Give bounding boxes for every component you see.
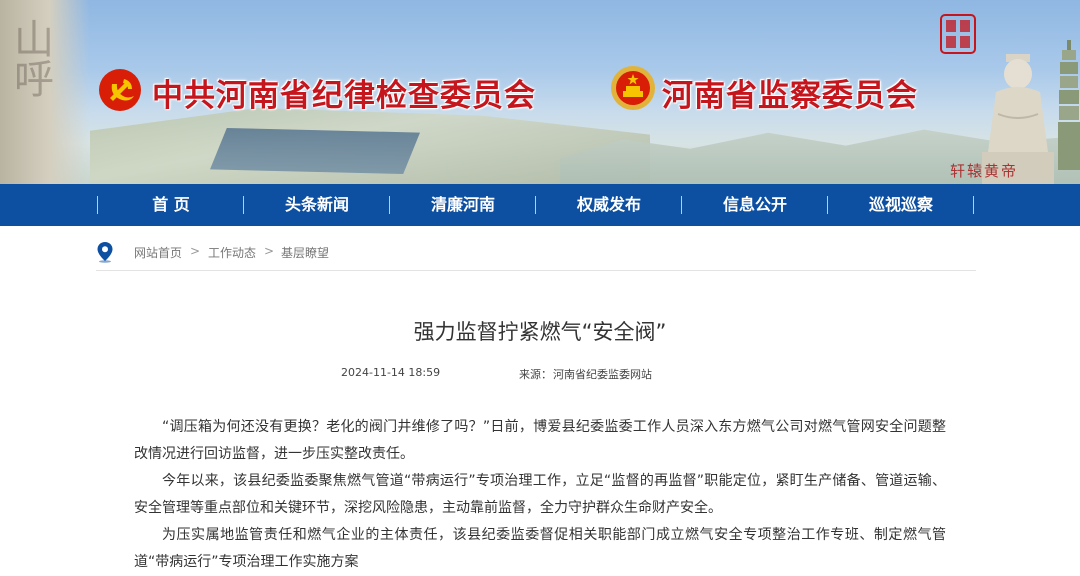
banner-reservoir — [210, 128, 420, 174]
banner-title-supervisory-commission: 河南省监察委员会 — [662, 78, 918, 114]
breadcrumb-separator: > — [190, 244, 201, 258]
article-paragraph: 为压实属地监管责任和燃气企业的主体责任，该县纪委监委督促相关职能部门成立燃气安全… — [134, 527, 946, 570]
national-emblem-icon — [611, 66, 655, 110]
party-emblem-icon — [99, 69, 141, 111]
location-pin-icon — [97, 242, 113, 263]
article-source-label: 来源： — [519, 368, 552, 381]
banner-title-discipline-commission: 中共河南省纪律检查委员会 — [152, 78, 536, 114]
nav-item-official-release[interactable]: 权威发布 — [536, 184, 682, 226]
article-paragraph: 今年以来，该县纪委监委聚焦燃气管道“带病运行”专项治理工作，立足“监督的再监督”… — [134, 473, 946, 516]
breadcrumb: 网站首页 > 工作动态 > 基层瞭望 — [96, 240, 976, 271]
nav-item-headline-news[interactable]: 头条新闻 — [244, 184, 390, 226]
pagoda-icon — [1058, 40, 1080, 170]
nav-item-clean-henan[interactable]: 清廉河南 — [390, 184, 536, 226]
nav-item-home[interactable]: 首 页 — [98, 184, 244, 226]
nav-separator — [973, 196, 974, 214]
header-banner: 山呼 中共河南省纪律检查委员会 河南省监察委员会 轩辕黄帝 — [0, 0, 1080, 184]
article-date: 2024-11-14 18:59 — [341, 366, 441, 379]
article-source: 河南省纪委监委网站 — [553, 368, 652, 381]
article-body: “调压箱为何还没有更换？老化的阀门井维修了吗？”日前，博爱县纪委监委工作人员深入… — [134, 414, 946, 576]
statue-caption: 轩辕黄帝 — [950, 162, 1019, 180]
breadcrumb-item-work-news[interactable]: 工作动态 — [208, 244, 256, 261]
nav-item-information-disclosure[interactable]: 信息公开 — [682, 184, 828, 226]
breadcrumb-item-grassroots[interactable]: 基层瞭望 — [281, 244, 329, 261]
article-title: 强力监督拧紧燃气“安全阀” — [413, 320, 667, 344]
nav-item-inspection-tour[interactable]: 巡视巡察 — [828, 184, 974, 226]
article-paragraph: “调压箱为何还没有更换？老化的阀门井维修了吗？”日前，博爱县纪委监委工作人员深入… — [134, 419, 946, 462]
breadcrumb-separator: > — [264, 244, 275, 258]
breadcrumb-item-home[interactable]: 网站首页 — [134, 244, 182, 261]
banner-cliff-inscription: 山呼 — [7, 18, 53, 98]
main-navigation: 首 页 头条新闻 清廉河南 权威发布 信息公开 巡视巡察 — [0, 184, 1080, 226]
